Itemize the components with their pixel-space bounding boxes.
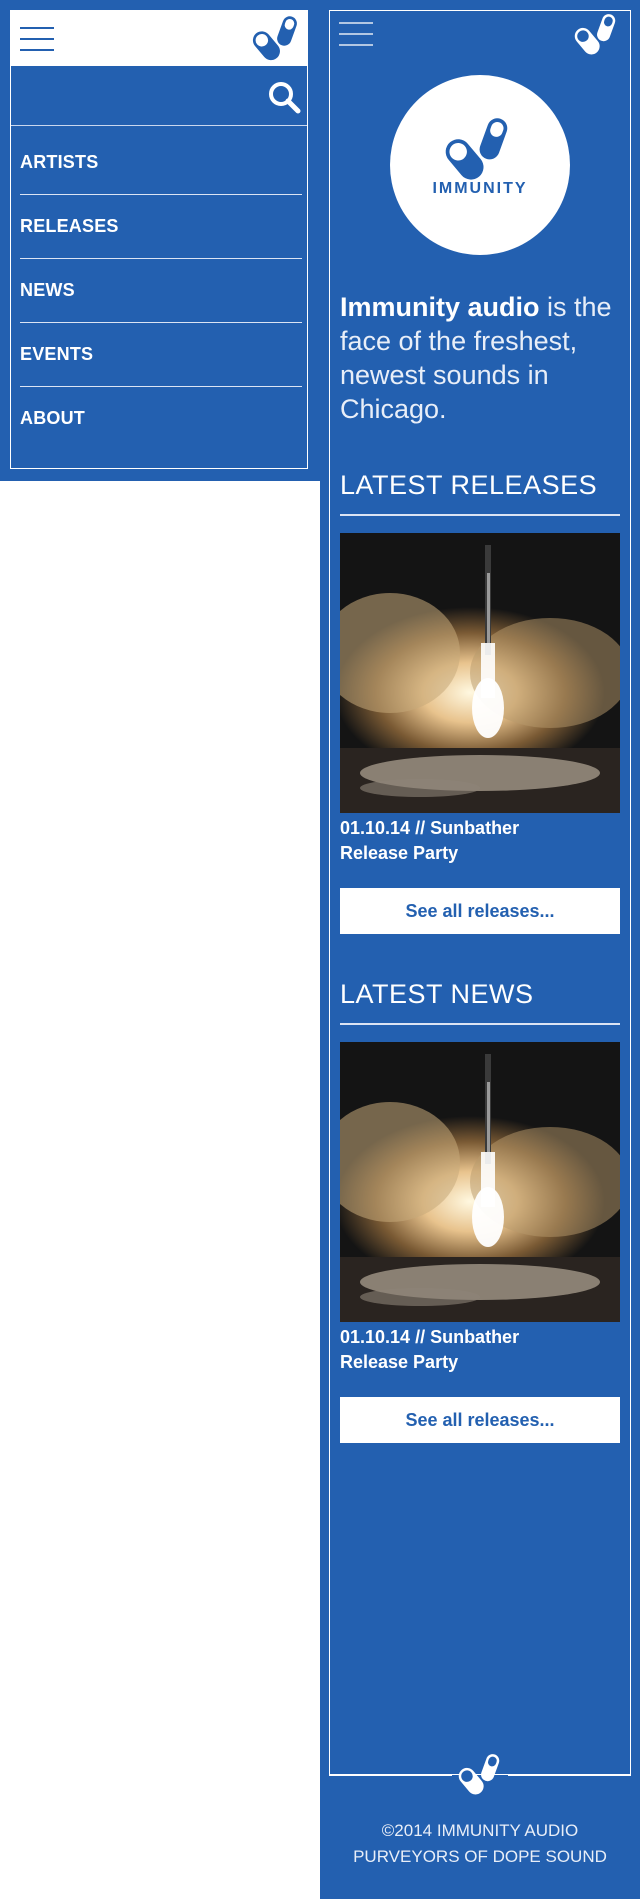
intro-brand: Immunity audio [340, 292, 540, 322]
nav-menu-panel: ARTISTS RELEASES NEWS EVENTS ABOUT [0, 0, 320, 481]
logo-text: IMMUNITY [432, 180, 528, 197]
pills-logo-icon [438, 115, 518, 185]
hamburger-icon[interactable] [20, 27, 54, 51]
release-thumbnail[interactable] [340, 533, 620, 813]
nav-menu-list: ARTISTS RELEASES NEWS EVENTS ABOUT [20, 131, 302, 450]
footer-slogan: PURVEYORS OF DOPE SOUND [353, 1847, 607, 1866]
see-all-news-button[interactable]: See all releases... [340, 1397, 620, 1443]
search-bar[interactable] [11, 66, 307, 126]
nav-item-news[interactable]: NEWS [20, 259, 302, 323]
search-icon[interactable] [267, 80, 301, 114]
site-logo[interactable]: IMMUNITY [390, 75, 570, 255]
nav-item-artists[interactable]: ARTISTS [20, 131, 302, 195]
section-divider [340, 514, 620, 516]
nav-item-events[interactable]: EVENTS [20, 323, 302, 387]
rocket-launch-image [340, 1042, 620, 1322]
news-caption[interactable]: 01.10.14 // Sunbather Release Party [340, 1325, 580, 1375]
pills-logo-icon [455, 1752, 505, 1798]
section-title-releases: LATEST RELEASES [340, 470, 598, 500]
section-divider [340, 1023, 620, 1025]
section-title-news: LATEST NEWS [340, 979, 534, 1009]
nav-menu-frame: ARTISTS RELEASES NEWS EVENTS ABOUT [10, 10, 308, 469]
pills-logo-icon[interactable] [570, 12, 622, 58]
footer-divider [329, 1775, 452, 1776]
rocket-launch-image [340, 533, 620, 813]
hamburger-icon[interactable] [339, 22, 373, 46]
footer-text: ©2014 IMMUNITY AUDIO PURVEYORS OF DOPE S… [320, 1818, 640, 1870]
footer-copyright: ©2014 IMMUNITY AUDIO [381, 1821, 579, 1840]
nav-item-releases[interactable]: RELEASES [20, 195, 302, 259]
pills-logo-icon[interactable] [249, 14, 303, 64]
nav-item-about[interactable]: ABOUT [20, 387, 302, 450]
news-thumbnail[interactable] [340, 1042, 620, 1322]
release-caption[interactable]: 01.10.14 // Sunbather Release Party [340, 816, 580, 866]
footer-divider [508, 1775, 631, 1776]
menu-topbar [11, 11, 307, 66]
intro-tagline: Immunity audio is the face of the freshe… [340, 290, 625, 426]
see-all-releases-button[interactable]: See all releases... [340, 888, 620, 934]
